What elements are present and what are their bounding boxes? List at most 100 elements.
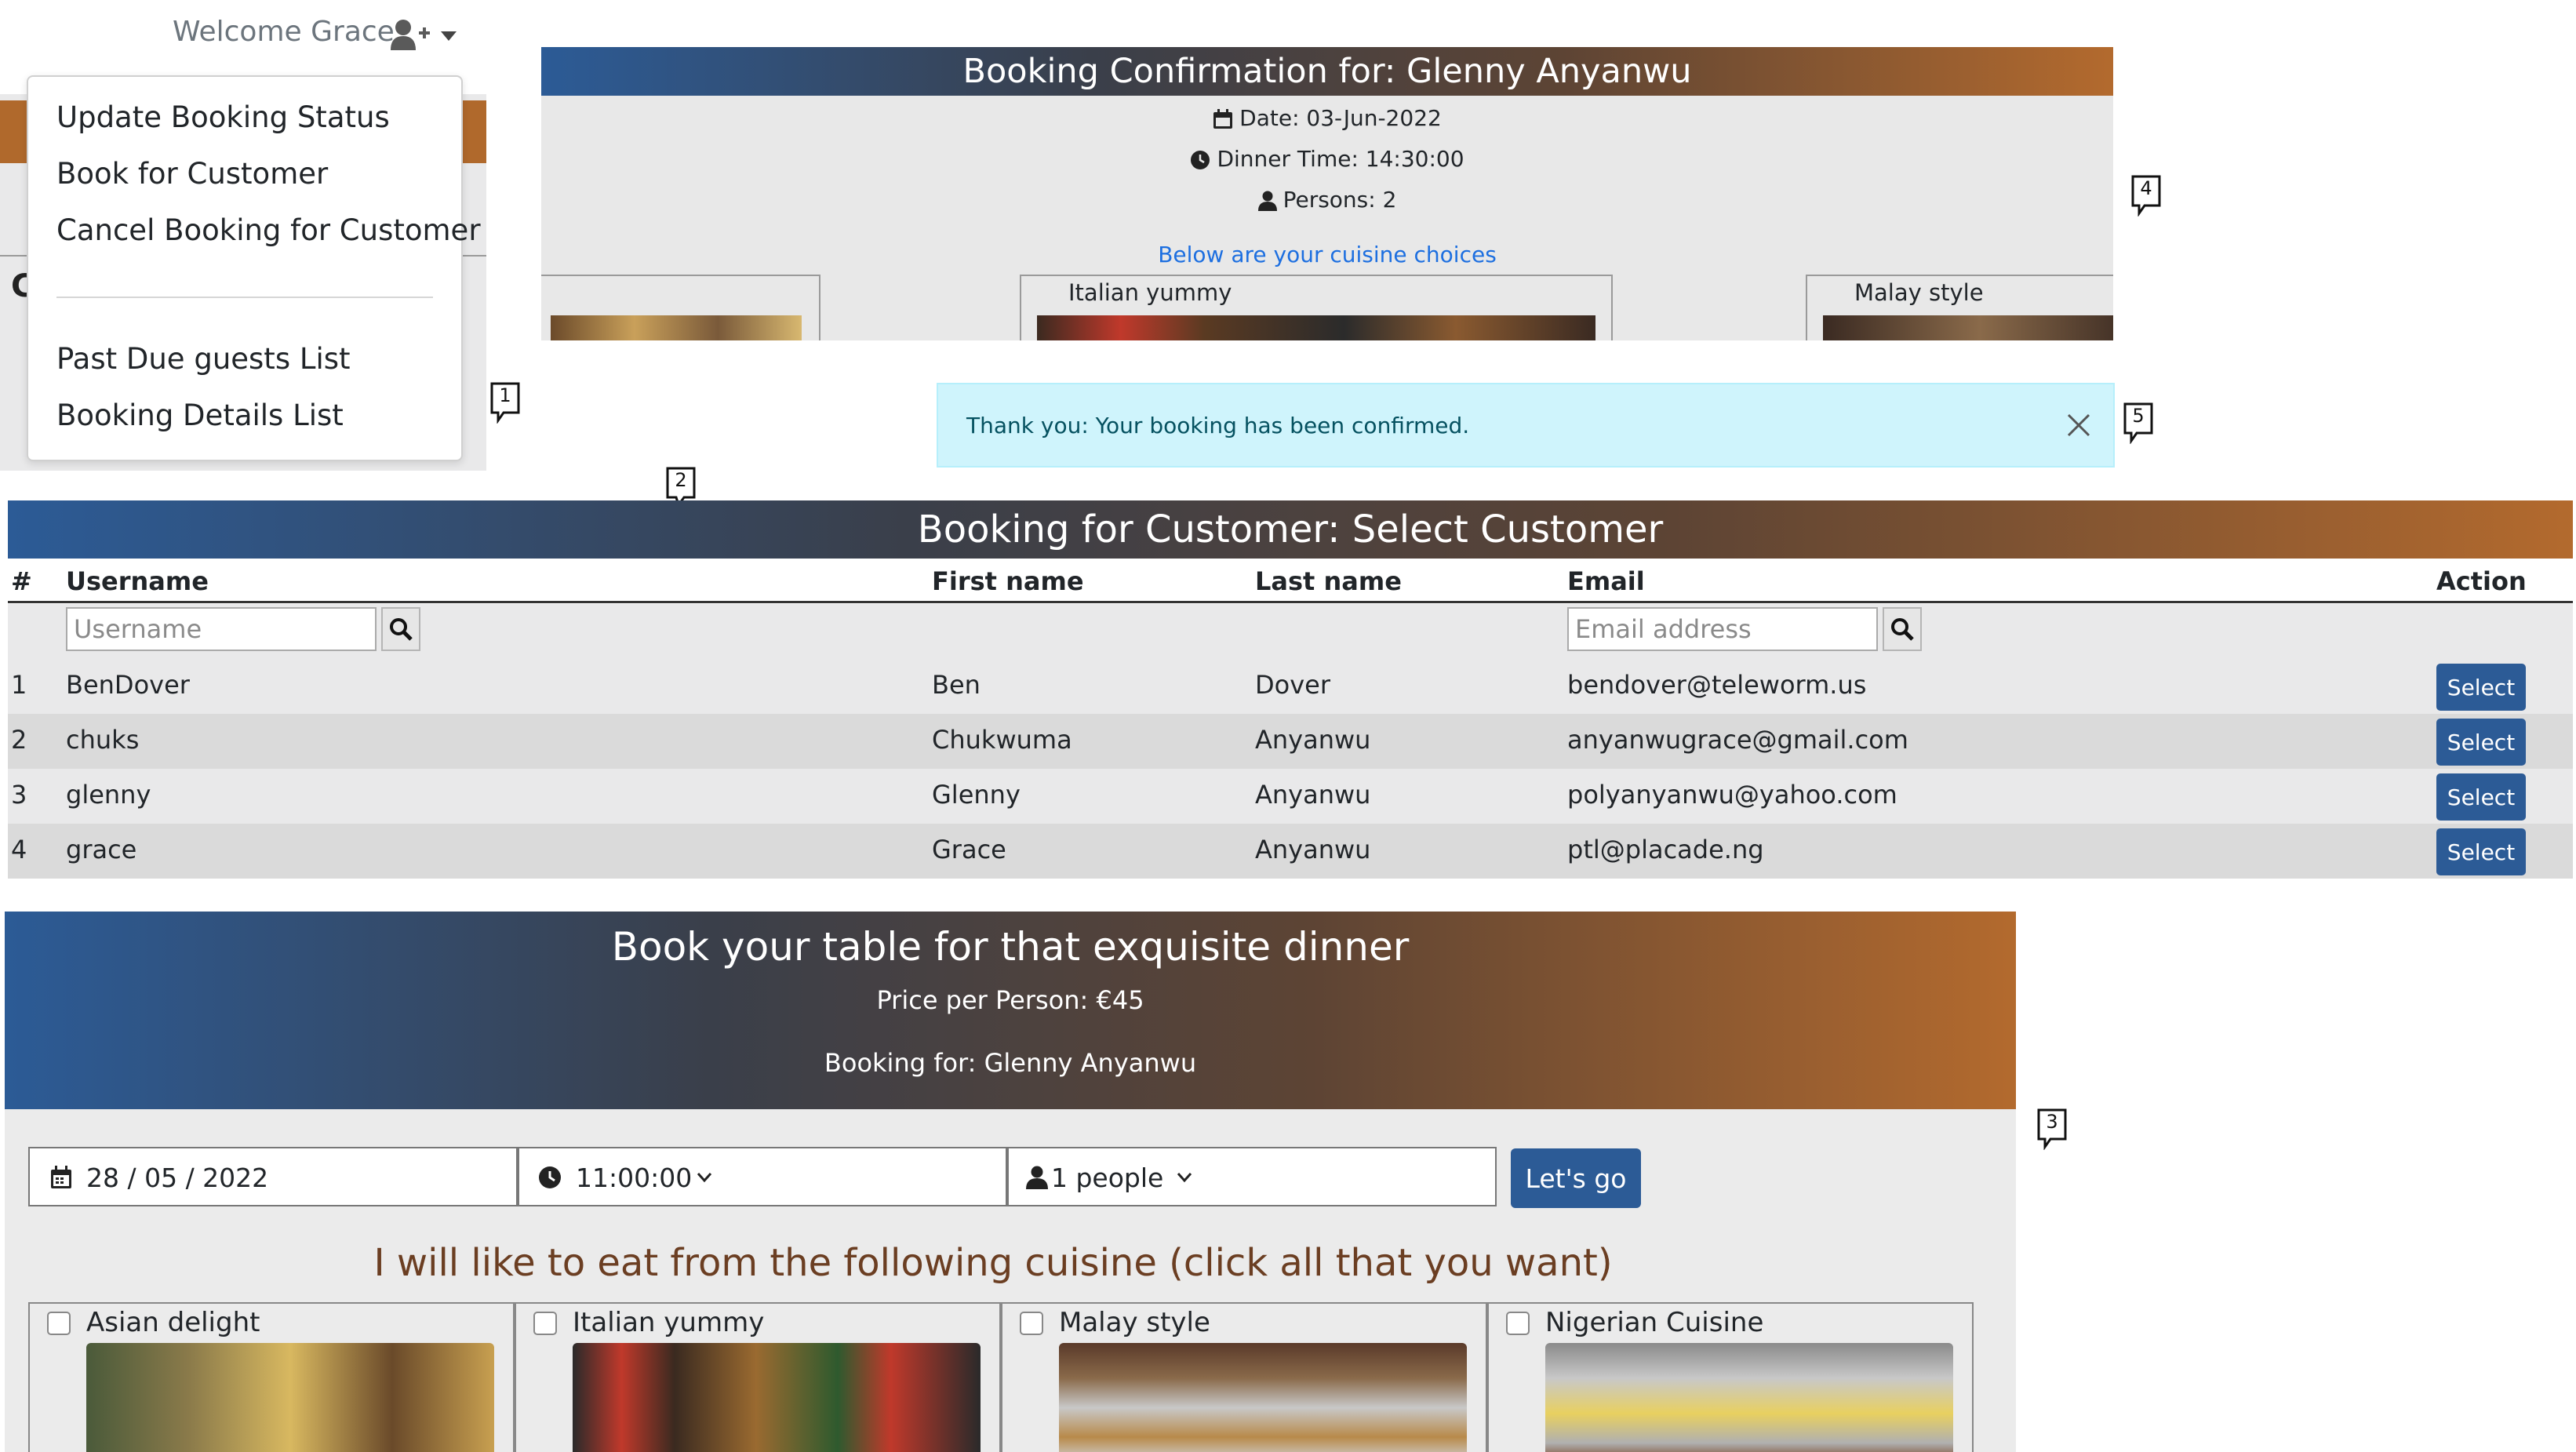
cuisine-label[interactable]: Italian yummy <box>573 1307 764 1338</box>
cuisine-checkbox[interactable] <box>533 1312 557 1335</box>
table-row: 3 glenny Glenny Anyanwu polyanyanwu@yaho… <box>8 769 2573 824</box>
username-filter-input[interactable] <box>66 607 377 651</box>
speech-bubble-icon: 4 <box>2130 174 2162 217</box>
user-plus-icon[interactable] <box>391 19 430 50</box>
menu-item-update-booking-status[interactable]: Update Booking Status <box>56 100 390 134</box>
menu-item-book-for-customer[interactable]: Book for Customer <box>56 157 328 191</box>
email-search-button[interactable] <box>1883 607 1922 651</box>
search-icon <box>1890 617 1914 641</box>
row-last-name: Anyanwu <box>1255 725 1371 755</box>
speech-bubble-icon: 1 <box>489 381 521 424</box>
book-table-panel: Book your table for that exquisite dinne… <box>5 912 2016 1452</box>
time-value: 11:00:00 <box>576 1163 693 1193</box>
cuisine-card-asian: Asian delight <box>28 1302 515 1452</box>
row-email: polyanyanwu@yahoo.com <box>1567 780 1897 810</box>
alert-message: Thank you: Your booking has been confirm… <box>966 413 1470 439</box>
booking-title: Book your table for that exquisite dinne… <box>611 924 1410 970</box>
menu-divider <box>56 297 433 298</box>
menu-item-past-due-guests[interactable]: Past Due guests List <box>56 342 351 376</box>
speech-bubble-icon: 2 <box>665 466 697 508</box>
select-customer-title: Booking for Customer: Select Customer <box>8 500 2573 559</box>
close-icon[interactable] <box>2066 413 2091 438</box>
row-email: bendover@teleworm.us <box>1567 670 1867 700</box>
person-icon <box>1257 191 1277 211</box>
booking-confirmed-alert: Thank you: Your booking has been confirm… <box>937 383 2115 468</box>
price-per-person: Price per Person: €45 <box>876 985 1144 1015</box>
booking-for: Booking for: Glenny Anyanwu <box>824 1048 1197 1078</box>
cuisine-image <box>1545 1343 1953 1452</box>
menu-item-cancel-booking[interactable]: Cancel Booking for Customer <box>56 213 481 247</box>
row-username: chuks <box>66 725 140 755</box>
confirmation-persons: Persons: 2 <box>541 187 2113 213</box>
confirmation-date-text: Date: 03-Jun-2022 <box>1239 105 1442 131</box>
confirmation-cuisine-label: Malay style <box>1854 279 1984 306</box>
cuisine-checkbox[interactable] <box>47 1312 71 1335</box>
select-customer-button[interactable]: Select <box>2436 828 2526 875</box>
confirmation-time-text: Dinner Time: 14:30:00 <box>1217 146 1464 172</box>
cuisine-choices-note: Below are your cuisine choices <box>1158 242 1497 267</box>
select-customer-button[interactable]: Select <box>2436 773 2526 821</box>
column-header-number: # <box>11 566 32 596</box>
confirmation-date: Date: 03-Jun-2022 <box>541 105 2113 131</box>
date-field[interactable]: 28 / 05 / 2022 <box>28 1147 518 1206</box>
dropdown-menu: Update Booking Status Book for Customer … <box>27 75 481 461</box>
row-username: glenny <box>66 780 151 810</box>
time-select[interactable]: 11:00:00 <box>518 1147 1007 1206</box>
booking-confirmation-panel: Booking Confirmation for: Glenny Anyanwu… <box>541 47 2113 340</box>
select-customer-button[interactable]: Select <box>2436 664 2526 711</box>
booking-header: Book your table for that exquisite dinne… <box>5 912 2016 1109</box>
row-number: 1 <box>11 670 27 700</box>
cuisine-card-nigerian: Nigerian Cuisine <box>1487 1302 1974 1452</box>
cuisine-checkbox[interactable] <box>1020 1312 1043 1335</box>
cuisine-label[interactable]: Asian delight <box>86 1307 260 1338</box>
clock-icon <box>538 1166 562 1189</box>
confirmation-title: Booking Confirmation for: Glenny Anyanwu <box>541 47 2113 96</box>
select-customer-button[interactable]: Select <box>2436 719 2526 766</box>
column-header-username[interactable]: Username <box>66 566 209 596</box>
cuisine-card-italian: Italian yummy <box>515 1302 1001 1452</box>
cuisine-image <box>1823 315 2113 340</box>
row-username: grace <box>66 835 137 864</box>
row-first-name: Glenny <box>932 780 1021 810</box>
cuisine-checkbox[interactable] <box>1506 1312 1530 1335</box>
row-first-name: Grace <box>932 835 1006 864</box>
row-email: ptl@placade.ng <box>1567 835 1764 864</box>
speech-bubble-icon: 3 <box>2036 1108 2068 1150</box>
row-last-name: Dover <box>1255 670 1330 700</box>
confirmation-cuisine-card <box>541 275 820 340</box>
clock-icon <box>1190 150 1210 170</box>
row-email: anyanwugrace@gmail.com <box>1567 725 1908 755</box>
lets-go-button[interactable]: Let's go <box>1511 1148 1641 1208</box>
table-row: 4 grace Grace Anyanwu ptl@placade.ng Sel… <box>8 824 2573 879</box>
callout-number: 3 <box>2046 1111 2058 1133</box>
username-search-button[interactable] <box>381 607 420 651</box>
cuisine-image <box>573 1343 981 1452</box>
calendar-icon <box>50 1166 72 1189</box>
column-header-action: Action <box>2436 566 2527 596</box>
date-value: 28 / 05 / 2022 <box>86 1163 269 1193</box>
caret-down-icon[interactable] <box>441 31 457 41</box>
row-first-name: Chukwuma <box>932 725 1072 755</box>
row-last-name: Anyanwu <box>1255 835 1371 864</box>
welcome-text[interactable]: Welcome Grace <box>173 16 395 48</box>
cuisine-label[interactable]: Malay style <box>1059 1307 1210 1338</box>
column-header-first-name[interactable]: First name <box>932 566 1084 596</box>
header-divider <box>8 601 2573 603</box>
confirmation-cuisine-card: Italian yummy <box>1020 275 1613 340</box>
confirmation-cuisine-card: Malay style <box>1806 275 2113 340</box>
column-header-email[interactable]: Email <box>1567 566 1645 596</box>
email-filter-input[interactable] <box>1567 607 1878 651</box>
cuisine-label[interactable]: Nigerian Cuisine <box>1545 1307 1763 1338</box>
cuisine-heading: I will like to eat from the following cu… <box>373 1241 1613 1285</box>
callout-number: 1 <box>499 384 511 406</box>
people-select[interactable]: 1 people <box>1007 1147 1497 1206</box>
menu-item-booking-details-list[interactable]: Booking Details List <box>56 398 344 432</box>
select-customer-panel: Booking for Customer: Select Customer # … <box>8 500 2573 879</box>
calendar-icon <box>1213 109 1233 129</box>
row-number: 4 <box>11 835 27 864</box>
column-header-last-name[interactable]: Last name <box>1255 566 1402 596</box>
table-row: 1 BenDover Ben Dover bendover@teleworm.u… <box>8 659 2573 714</box>
confirmation-persons-text: Persons: 2 <box>1283 187 1397 213</box>
speech-bubble-icon: 5 <box>2123 402 2154 444</box>
cuisine-image <box>1059 1343 1467 1452</box>
